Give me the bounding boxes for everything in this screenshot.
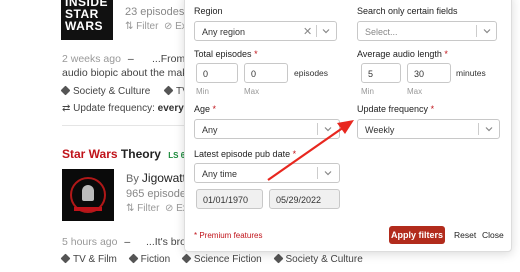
total-episodes-label: Total episodes *	[194, 49, 258, 59]
region-value: Any region	[202, 27, 246, 37]
label-text: Average audio length	[357, 49, 442, 59]
update-frequency-value: Weekly	[365, 125, 395, 135]
region-label: Region	[194, 6, 223, 16]
chevron-down-icon[interactable]	[323, 168, 333, 178]
tag-icon	[60, 253, 71, 264]
filter-link[interactable]: Filter	[136, 21, 158, 32]
select-divider	[476, 25, 477, 37]
premium-note: * Premium features	[194, 231, 263, 240]
input-value: 01/01/1970	[203, 195, 249, 205]
total-episodes-max-input[interactable]: 0	[244, 63, 288, 83]
artwork-label	[74, 207, 102, 211]
pub-date-to-input[interactable]: 05/29/2022	[269, 189, 340, 209]
max-caption: Max	[244, 87, 260, 96]
genre-tags: TV & Film Fiction Science Fiction Societ…	[60, 253, 373, 265]
label-text: Latest episode pub date	[194, 149, 291, 159]
pub-date-select[interactable]: Any time	[194, 163, 340, 183]
tag-icon	[128, 253, 139, 264]
tag-icon	[273, 253, 283, 264]
filter-link[interactable]: Filter	[137, 203, 159, 214]
input-value: 05/29/2022	[276, 195, 322, 205]
chevron-down-icon[interactable]	[482, 26, 492, 36]
required-mark: *	[430, 104, 435, 114]
genre-tag[interactable]: TV & Film	[60, 253, 117, 265]
artwork-text: INSIDE STAR WARS	[65, 0, 109, 33]
required-mark: *	[444, 49, 448, 59]
update-frequency-select[interactable]: Weekly	[357, 119, 500, 139]
search-fields-select[interactable]: Select...	[357, 21, 497, 41]
genre-tag[interactable]: Science Fiction	[181, 253, 262, 265]
input-value: 30	[414, 69, 425, 79]
label-text: Total episodes	[194, 49, 252, 59]
artwork-helmet	[82, 185, 94, 201]
refresh-icon: ⇄	[62, 103, 71, 114]
tag-icon	[181, 253, 192, 264]
tag-icon	[60, 85, 71, 96]
input-value: 0	[203, 69, 209, 79]
label-text: Age	[194, 104, 211, 114]
age-select[interactable]: Any	[194, 119, 340, 139]
podcast-artwork[interactable]	[62, 169, 114, 221]
clear-icon[interactable]: ✕	[303, 25, 312, 38]
avg-length-min-input[interactable]: 5	[361, 63, 401, 83]
time-ago-text: 5 hours ago	[62, 236, 118, 248]
max-caption: Max	[407, 87, 423, 96]
total-episodes-min-input[interactable]: 0	[196, 63, 238, 83]
episode-time-ago: 5 hours ago –	[62, 236, 130, 248]
episode-time-ago: 2 weeks ago –	[62, 53, 134, 65]
select-divider	[317, 167, 318, 179]
minutes-unit: minutes	[456, 68, 486, 78]
search-fields-placeholder: Select...	[365, 27, 398, 37]
separator-dash: –	[124, 236, 131, 248]
chevron-down-icon[interactable]	[323, 124, 333, 134]
genre-tag[interactable]: Fiction	[128, 253, 170, 265]
min-caption: Min	[361, 87, 374, 96]
avg-length-max-input[interactable]: 30	[407, 63, 451, 83]
time-ago-text: 2 weeks ago	[62, 53, 121, 65]
filter-icon: ⇅	[125, 21, 134, 32]
by-label: By	[126, 173, 139, 185]
select-divider	[478, 123, 479, 135]
tag-icon	[163, 85, 174, 96]
select-divider	[316, 25, 317, 37]
reset-button[interactable]: Reset	[454, 230, 476, 240]
genre-tag[interactable]: Society & Culture	[60, 85, 150, 97]
required-mark: *	[292, 149, 297, 159]
exclude-icon: ⊘	[161, 21, 173, 32]
update-frequency-label: Update frequency *	[357, 104, 434, 114]
genre-tag[interactable]: Society & Culture	[273, 253, 363, 265]
select-divider	[317, 123, 318, 135]
apply-filters-button[interactable]: Apply filters	[389, 226, 445, 244]
age-label: Age *	[194, 104, 216, 114]
pub-date-label: Latest episode pub date *	[194, 149, 296, 159]
exclude-icon: ⊘	[162, 203, 174, 214]
input-value: 0	[251, 69, 257, 79]
pub-date-from-input[interactable]: 01/01/1970	[196, 189, 263, 209]
label-text: Update frequency	[357, 104, 429, 114]
pub-date-value: Any time	[202, 169, 238, 179]
episodes-unit: episodes	[294, 68, 329, 78]
title-highlight: Star Wars	[62, 147, 118, 161]
filter-icon: ⇅	[126, 203, 135, 214]
update-label: Update frequency:	[73, 103, 155, 114]
podcast-artwork[interactable]: INSIDE STAR WARS	[61, 0, 113, 40]
avg-length-label: Average audio length *	[357, 49, 448, 59]
min-caption: Min	[196, 87, 209, 96]
required-mark: *	[254, 49, 258, 59]
separator-dash: –	[127, 53, 134, 65]
close-button[interactable]: Close	[482, 230, 504, 240]
region-select[interactable]: Any region ✕	[194, 21, 337, 41]
divider	[62, 125, 192, 126]
chevron-down-icon[interactable]	[484, 124, 494, 134]
search-fields-label: Search only certain fields	[357, 6, 458, 16]
title-rest: Theory	[120, 147, 161, 161]
input-value: 5	[368, 69, 374, 79]
chevron-down-icon[interactable]	[321, 26, 331, 36]
required-mark: *	[212, 104, 217, 114]
age-value: Any	[202, 125, 218, 135]
